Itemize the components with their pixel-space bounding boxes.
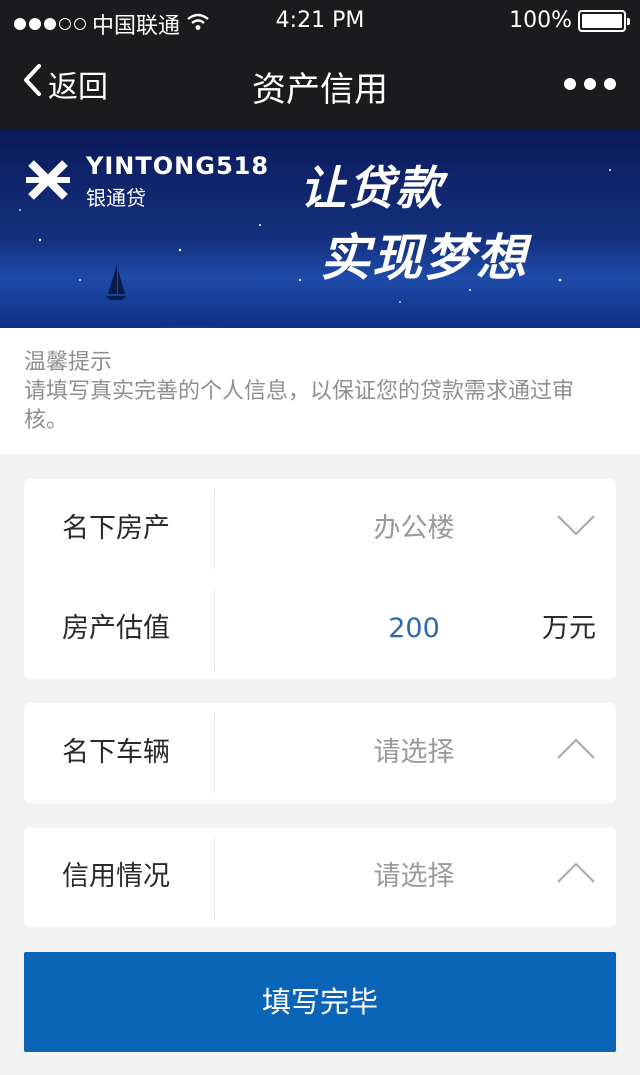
battery-percent: 100% (509, 8, 572, 33)
property-label: 名下房产 (62, 513, 170, 544)
battery-icon (578, 9, 630, 32)
property-card: 名下房产 办公楼 房产估值 200 万元 (24, 479, 616, 679)
vehicle-row[interactable]: 名下车辆 请选择 (24, 703, 616, 803)
brand-logo: YINTONG518 银通贷 (22, 152, 269, 211)
promo-banner: YINTONG518 银通贷 让贷款 实现梦想 (0, 130, 640, 328)
valuation-unit: 万元 (542, 613, 596, 644)
credit-row[interactable]: 信用情况 请选择 (24, 827, 616, 927)
notice-section: 温馨提示 请填写真实完善的个人信息，以保证您的贷款需求通过审核。 (0, 328, 640, 454)
brand-name: YINTONG518 (86, 152, 270, 180)
chevron-up-icon[interactable] (556, 861, 596, 889)
credit-label: 信用情况 (62, 861, 170, 892)
status-bar: 中国联通 4:21 PM 100% (0, 0, 640, 40)
credit-select[interactable]: 请选择 (314, 827, 514, 927)
more-options-icon[interactable] (564, 78, 616, 90)
sailboat-icon (106, 264, 126, 300)
vehicle-label: 名下车辆 (62, 737, 170, 768)
notice-text: 请填写真实完善的个人信息，以保证您的贷款需求通过审核。 (24, 379, 575, 433)
valuation-input[interactable]: 200 (314, 579, 514, 679)
vehicle-card: 名下车辆 请选择 (24, 703, 616, 803)
credit-card: 信用情况 请选择 (24, 827, 616, 927)
page-title: 资产信用 (252, 70, 388, 110)
top-bar: 中国联通 4:21 PM 100% 返回 资产信用 (0, 0, 640, 130)
chevron-down-icon[interactable] (556, 513, 596, 541)
chevron-up-icon[interactable] (556, 737, 596, 765)
logo-icon (22, 154, 74, 210)
property-row[interactable]: 名下房产 办公楼 (24, 479, 616, 579)
nav-bar: 返回 资产信用 (0, 40, 640, 130)
notice-title: 温馨提示 (24, 350, 113, 375)
property-select[interactable]: 办公楼 (314, 479, 514, 579)
valuation-row[interactable]: 房产估值 200 万元 (24, 579, 616, 679)
submit-button[interactable]: 填写完毕 (24, 952, 616, 1052)
slogan-line-2: 实现梦想 (320, 228, 528, 287)
banner-slogan: 让贷款 实现梦想 (300, 152, 528, 290)
brand-subname: 银通贷 (86, 186, 146, 210)
vehicle-select[interactable]: 请选择 (314, 703, 514, 803)
valuation-label: 房产估值 (62, 613, 170, 644)
slogan-line-1: 让贷款 (300, 161, 444, 215)
